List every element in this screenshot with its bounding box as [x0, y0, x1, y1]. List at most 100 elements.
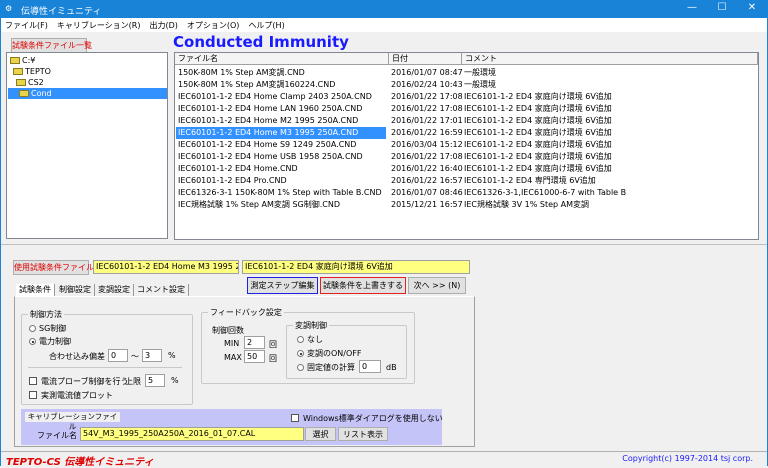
tree-node-root[interactable]: C:¥ [10, 55, 35, 66]
minimize-button[interactable]: — [677, 2, 707, 13]
power-control-radio[interactable]: 電力制御 [29, 336, 71, 347]
cell-date: 2016/01/22 17:08 [391, 92, 463, 101]
table-row[interactable]: IEC60101-1-2 ED4 Home USB 1958 250A.CND 2… [175, 151, 759, 163]
current-file-button[interactable]: 使用試験条件ファイル [13, 260, 94, 275]
cell-date: 2016/02/24 10:43 [391, 80, 463, 89]
percent-label: % [168, 351, 176, 360]
limit-input[interactable]: 5 [145, 374, 165, 387]
tilde-label: ～ [131, 352, 139, 361]
calibration-panel: キャリブレーションファイル Windows標準ダイアログを使用しない ファイル名… [21, 409, 443, 445]
cell-filename: IEC60101-1-2 ED4 Home S9 1249 250A.CND [178, 140, 357, 149]
next-button[interactable]: 次へ >> (N) [408, 277, 466, 294]
max-input[interactable]: 50 [244, 350, 265, 363]
window-title: 伝導性イミュニティ [21, 7, 102, 17]
app-icon: ⚙ [5, 4, 13, 13]
db-label: dB [386, 363, 397, 372]
cell-filename: IEC規格試験 1% Step AM変調 SG制御.CND [178, 200, 341, 209]
title-bar: ⚙ 伝導性イミュニティ — ☐ ✕ [1, 1, 767, 18]
overwrite-button[interactable]: 試験条件を上書きする [320, 277, 406, 294]
column-header-date[interactable]: 日付 [389, 53, 462, 65]
cell-comment: 一般環境 [464, 68, 496, 77]
current-comment-field[interactable]: IEC6101-1-2 ED4 家庭向け環境 6V追加 [242, 260, 470, 274]
folder-icon [19, 90, 29, 97]
modulation-control-group: 変調制御 なし 変調のON/OFF 固定値の計算 0 dB [286, 320, 407, 379]
cell-filename: 150K-80M 1% Step AM変調.CND [178, 68, 305, 77]
table-row[interactable]: 150K-80M 1% Step AM変調160224.CND 2016/02/2… [175, 79, 759, 91]
table-row[interactable]: IEC60101-1-2 ED4 Pro.CND 2016/01/22 16:57… [175, 175, 759, 187]
unit-label: 回 [269, 340, 277, 349]
tolerance-max-input[interactable]: 3 [142, 349, 162, 362]
radio-selected-icon [297, 350, 304, 357]
table-row[interactable]: 150K-80M 1% Step AM変調.CND 2016/01/07 08:4… [175, 67, 759, 79]
menu-help[interactable]: ヘルプ(H) [244, 18, 289, 31]
cell-filename: IEC60101-1-2 ED4 Home Clamp 2403 250A.CN… [178, 92, 372, 101]
probe-control-checkbox[interactable]: 電流プローブ制御を行う [29, 376, 129, 387]
table-row[interactable]: IEC60101-1-2 ED4 Home S9 1249 250A.CND 20… [175, 139, 759, 151]
fixed-value-input[interactable]: 0 [359, 360, 381, 373]
cell-date: 2016/01/22 17:08 [391, 104, 463, 113]
cell-date: 2016/03/04 15:12 [391, 140, 463, 149]
menu-file[interactable]: ファイル(F) [1, 18, 53, 31]
table-row[interactable]: IEC60101-1-2 ED4 Home Clamp 2403 250A.CN… [175, 91, 759, 103]
table-row[interactable]: IEC規格試験 1% Step AM変調 SG制御.CND 2015/12/21 … [175, 199, 759, 211]
mod-onoff-radio[interactable]: 変調のON/OFF [297, 348, 361, 359]
tree-node-tepto[interactable]: TEPTO [13, 66, 51, 77]
menu-calibration[interactable]: キャリブレーション(R) [53, 18, 146, 31]
menu-output[interactable]: 出力(D) [145, 18, 182, 31]
radio-icon [297, 336, 304, 343]
tree-node-cond[interactable]: Cond [8, 88, 167, 99]
calibration-file-field[interactable]: 54V_M3_1995_250A250A_2016_01_07.CAL [80, 427, 304, 441]
close-button[interactable]: ✕ [737, 2, 767, 13]
cell-comment: IEC6101-1-2 ED4 専門環境 6V追加 [464, 176, 596, 185]
table-row[interactable]: IEC60101-1-2 ED4 Home LAN 1960 250A.CND 2… [175, 103, 759, 115]
cell-filename: IEC60101-1-2 ED4 Pro.CND [178, 176, 287, 185]
maximize-button[interactable]: ☐ [707, 2, 737, 13]
cell-date: 2015/12/21 16:57 [391, 200, 463, 209]
current-file-field[interactable]: IEC60101-1-2 ED4 Home M3 1995 250A.CND [93, 260, 239, 274]
checkbox-icon [291, 414, 299, 422]
max-label: MAX [224, 353, 242, 362]
column-header-filename[interactable]: ファイル名 [175, 53, 389, 65]
cell-comment: IEC61326-3-1,IEC61000-6-7 with Table B [464, 188, 627, 197]
no-windows-dialog-checkbox[interactable]: Windows標準ダイアログを使用しない [291, 413, 443, 424]
table-row[interactable]: IEC60101-1-2 ED4 Home M3 1995 250A.CND 20… [175, 127, 759, 139]
menu-bar: ファイル(F) キャリブレーション(R) 出力(D) オプション(O) ヘルプ(H) [1, 18, 767, 32]
status-bar: TEPTO-CS 伝導性イミュニティ Copyright(c) 1997-201… [1, 451, 767, 468]
folder-tree[interactable]: C:¥ TEPTO CS2 Cond [6, 52, 168, 239]
sg-control-radio[interactable]: SG制御 [29, 323, 66, 334]
cell-comment: IEC規格試験 3V 1% Step AM変調 [464, 200, 590, 209]
checkbox-icon [29, 391, 37, 399]
cell-comment: IEC6101-1-2 ED4 家庭向け環境 6V追加 [464, 140, 612, 149]
file-table[interactable]: ファイル名 日付 コメント 150K-80M 1% Step AM変調.CND 2… [174, 52, 759, 240]
cell-filename: IEC60101-1-2 ED4 Home M3 1995 250A.CND [176, 127, 386, 139]
menu-options[interactable]: オプション(O) [183, 18, 245, 31]
cell-date: 2016/01/07 08:47 [391, 68, 463, 77]
column-header-comment[interactable]: コメント [462, 53, 758, 65]
unit-label: 回 [269, 354, 277, 363]
cell-filename: IEC60101-1-2 ED4 Home.CND [178, 164, 298, 173]
table-row[interactable]: IEC60101-1-2 ED4 Home.CND 2016/01/22 16:4… [175, 163, 759, 175]
cell-date: 2016/01/22 16:59 [391, 128, 463, 137]
min-input[interactable]: 2 [244, 336, 265, 349]
current-plot-checkbox[interactable]: 実測電流値プロット [29, 390, 113, 401]
feedback-group: フィードバック設定 制御回数 MIN 2 回 MAX 50 回 変調制御 なし … [201, 307, 415, 384]
edit-steps-button[interactable]: 測定ステップ編集 [247, 277, 318, 294]
list-button[interactable]: リスト表示 [338, 427, 388, 441]
folder-icon [16, 79, 26, 86]
file-list-button[interactable]: 試験条件ファイル一覧 [11, 38, 92, 53]
percent-label: % [171, 376, 179, 385]
table-row[interactable]: IEC61326-3-1 150K-80M 1% Step with Table… [175, 187, 759, 199]
cell-filename: IEC60101-1-2 ED4 Home LAN 1960 250A.CND [178, 104, 363, 113]
cell-filename: 150K-80M 1% Step AM変調160224.CND [178, 80, 336, 89]
cell-filename: IEC61326-3-1 150K-80M 1% Step with Table… [178, 188, 382, 197]
cell-date: 2016/01/22 16:40 [391, 164, 463, 173]
select-button[interactable]: 選択 [305, 427, 336, 441]
fixed-value-radio[interactable]: 固定値の計算 [297, 362, 355, 373]
tolerance-min-input[interactable]: 0 [108, 349, 128, 362]
none-radio[interactable]: なし [297, 334, 323, 345]
table-row[interactable]: IEC60101-1-2 ED4 Home M2 1995 250A.CND 20… [175, 115, 759, 127]
cell-comment: IEC6101-1-2 ED4 家庭向け環境 6V追加 [464, 92, 612, 101]
tree-node-cs2[interactable]: CS2 [16, 77, 44, 88]
limit-label: 上限 [125, 377, 141, 386]
cell-comment: 一般環境 [464, 80, 496, 89]
